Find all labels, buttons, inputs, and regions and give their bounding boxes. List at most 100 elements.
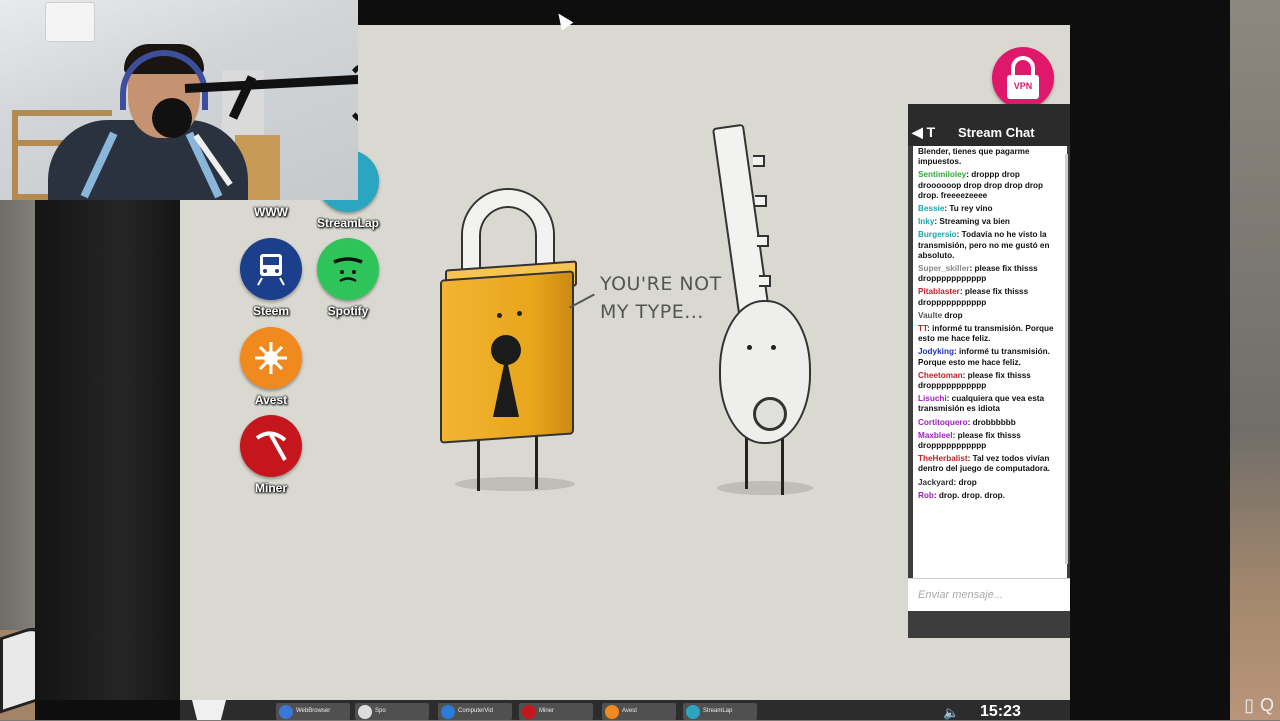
lock-shadow — [455, 477, 575, 491]
chat-input[interactable]: Enviar mensaje... — [908, 578, 1070, 611]
chat-username[interactable]: Maxbleel — [918, 431, 953, 440]
chat-message: Vaulte drop — [913, 310, 1067, 323]
spotify-icon — [317, 238, 379, 300]
lock-eye — [497, 313, 502, 318]
taskbar-item[interactable]: StreamLap — [683, 703, 757, 720]
chat-username[interactable]: Cortitoquero — [918, 418, 968, 427]
desktop-icon-label: Steem — [252, 304, 290, 318]
chat-message: Blender, tienes que pagarme impuestos. — [913, 146, 1067, 169]
desktop-icon-avest[interactable]: Avest — [231, 327, 311, 407]
chat-message: Pitablaster: please fix thisss dropppppp… — [913, 286, 1067, 309]
chat-back-button[interactable]: ◀ T — [912, 124, 935, 141]
vpn-label: VPN — [1013, 81, 1033, 91]
chat-scrollbar[interactable] — [1065, 154, 1068, 564]
chat-username[interactable]: Inky — [918, 217, 934, 226]
chat-message: Lisuchi: cualquiera que vea esta transmi… — [913, 393, 1067, 416]
desktop-icon-label: Spotify — [327, 304, 369, 318]
monitor-bezel-left — [35, 195, 180, 700]
chat-input-placeholder: Enviar mensaje... — [918, 589, 1003, 601]
chat-username[interactable]: Cheetoman — [918, 371, 963, 380]
chat-message: TheHerbalist: Tal vez todos vivían dentr… — [913, 453, 1067, 476]
key-hole — [753, 397, 787, 431]
chat-text: : informé tu transmisión. Porque esto me… — [918, 324, 1054, 344]
chat-text: : Tu rey vino — [944, 204, 993, 214]
pickaxe-icon — [240, 415, 302, 477]
chat-username[interactable]: TT — [918, 324, 927, 333]
speech-text: YOU'RE NOT MY TYPE... — [600, 273, 722, 323]
start-button[interactable] — [192, 700, 226, 720]
taskbar-item-label: Avest — [622, 708, 637, 714]
chat-text: : drop — [953, 477, 977, 487]
chat-title: Stream Chat — [958, 125, 1035, 140]
chat-username[interactable]: Rob — [918, 491, 934, 500]
chat-text: : drobbbbbb — [967, 417, 1016, 427]
volume-icon[interactable]: 🔈 — [943, 705, 959, 721]
chat-message: Super_skiller: please fix thisss dropppp… — [913, 263, 1067, 286]
virus-icon — [605, 705, 619, 719]
chat-message: Maxbleel: please fix thisss droppppppppp… — [913, 430, 1067, 453]
desktop-icon-spotify[interactable]: Spotify — [308, 238, 388, 318]
chat-username[interactable]: Sentimiloley — [918, 170, 966, 179]
chat-username[interactable]: Bessie — [918, 204, 944, 213]
taskbar-item[interactable]: Miner — [519, 703, 593, 720]
stream-chat-window: ◀ T Stream Chat Blender, tienes que paga… — [908, 104, 1070, 638]
chat-messages[interactable]: Blender, tienes que pagarme impuestos. Se… — [913, 146, 1067, 578]
taskbar-item[interactable]: Avest — [602, 703, 676, 720]
chat-username[interactable]: Lisuchi — [918, 394, 947, 403]
desktop-top-edge — [360, 0, 1230, 25]
desktop-icon-label: Avest — [254, 393, 288, 407]
game-hud-icons: ▯ Q — [1244, 695, 1274, 716]
monitor-icon — [441, 705, 455, 719]
taskbar-clock: 15:23 — [980, 703, 1021, 720]
key-shadow — [717, 481, 813, 495]
chat-username[interactable]: Jodyking — [918, 347, 954, 356]
chat-username[interactable]: TheHerbalist — [918, 454, 968, 463]
chat-text: : drop. drop. drop. — [933, 490, 1005, 500]
air-conditioner — [45, 2, 95, 42]
chat-message: Sentimiloley: droppp drop droooooop drop… — [913, 169, 1067, 203]
taskbar-item[interactable]: ComputerVid — [438, 703, 512, 720]
globe-icon — [279, 705, 293, 719]
desktop-icon-label: Miner — [254, 481, 287, 495]
chat-username[interactable]: Jackyard — [918, 478, 954, 487]
desktop-icon-label: StreamLap — [316, 216, 380, 230]
mic-arm — [184, 74, 358, 93]
chat-username[interactable]: Pitablaster — [918, 287, 960, 296]
pickaxe-icon — [522, 705, 536, 719]
chat-text: drop — [942, 310, 963, 320]
lock-eye — [517, 311, 522, 316]
desktop-icon-www[interactable]: WWW — [231, 195, 311, 235]
chat-username[interactable]: Vaulte — [918, 311, 942, 320]
taskbar-item-label: Spo — [375, 708, 386, 714]
door-icon: ▯ — [1244, 695, 1254, 715]
train-icon — [240, 238, 302, 300]
chat-message: Burgersio: Todavía no he visto la transm… — [913, 229, 1067, 263]
spotify-icon — [358, 705, 372, 719]
chat-message: Cheetoman: please fix thisss dropppppppp… — [913, 370, 1067, 393]
chat-username[interactable]: Super_skiller — [918, 264, 969, 273]
taskbar-item-label: Miner — [539, 708, 555, 714]
desktop-icon-miner[interactable]: Miner — [231, 415, 311, 495]
lock-leg — [477, 433, 480, 491]
mic-arm-clamp — [345, 63, 358, 123]
chat-message: Jodyking: informé tu transmisión. Porque… — [913, 346, 1067, 369]
chat-message: Cortitoquero: drobbbbbb — [913, 417, 1067, 430]
streamlap-icon — [686, 705, 700, 719]
desktop-icon-label: WWW — [254, 205, 288, 219]
key-eye — [771, 345, 776, 350]
key-leg — [781, 433, 784, 495]
key-leg — [745, 433, 748, 489]
vpn-button[interactable]: VPN — [992, 47, 1054, 109]
chat-username[interactable]: Burgersio — [918, 230, 957, 239]
keyhole-bottom — [493, 355, 519, 417]
taskbar-item[interactable]: WebBrowser — [276, 703, 350, 720]
chat-message: TT: informé tu transmisión. Porque esto … — [913, 323, 1067, 346]
chat-text: Blender, tienes que pagarme impuestos. — [918, 147, 1030, 167]
chat-header: ◀ T Stream Chat — [908, 104, 1070, 146]
desktop-icon-steem[interactable]: Steem — [231, 238, 311, 318]
key-tooth — [753, 155, 765, 167]
microphone — [152, 98, 192, 138]
key-eye — [747, 345, 752, 350]
taskbar-item[interactable]: Spo — [355, 703, 429, 720]
chat-text: : Streaming va bien — [934, 217, 1010, 227]
